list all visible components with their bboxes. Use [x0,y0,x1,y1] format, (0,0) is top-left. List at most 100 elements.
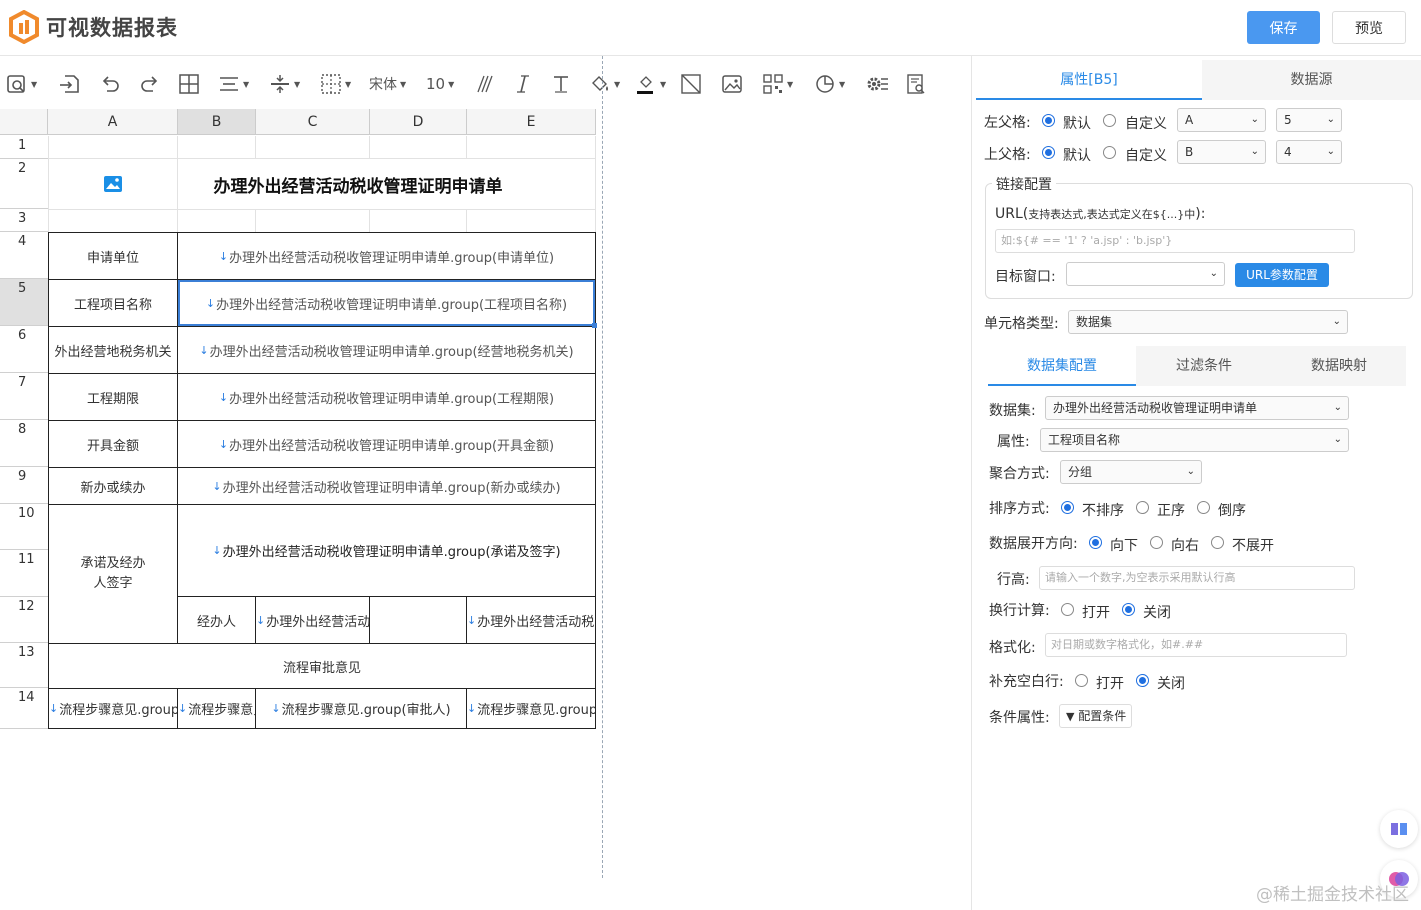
bold-button[interactable] [474,72,496,96]
save-button[interactable]: 保存 [1247,11,1320,44]
font-color-button[interactable]: ▼ [635,72,666,96]
tab-filter-conditions[interactable]: 过滤条件 [1138,346,1270,386]
sort-asc-radio[interactable] [1136,501,1149,514]
cell-a2-image[interactable] [48,159,178,209]
dataset-select[interactable]: 办理外出经营活动税收管理证明申请单 ⌄ [1045,396,1349,420]
row-header-9[interactable]: 9 [0,467,48,504]
sort-desc-radio[interactable] [1197,501,1210,514]
font-family-select[interactable]: 宋体 ▼ [369,72,406,96]
expr-cell-c14[interactable]: ↓ 流程步骤意见.group(审批人) [256,689,466,728]
expr-cell-b14[interactable]: ↓流程步骤意见 [178,689,255,728]
cell-type-select[interactable]: 数据集 ⌄ [1068,310,1348,334]
tab-data-mapping[interactable]: 数据映射 [1272,346,1406,386]
left-parent-column-select[interactable]: A ⌄ [1177,108,1266,132]
spreadsheet-grid[interactable]: A B C D E 1 2 3 4 5 6 7 8 9 10 11 12 13 … [0,109,597,729]
wrap-off-radio[interactable] [1122,603,1135,616]
row-header-3[interactable]: 3 [0,209,48,232]
undo-button[interactable] [99,72,121,96]
top-parent-custom-radio[interactable] [1103,146,1116,159]
docs-float-button[interactable] [1380,810,1418,848]
preview-button[interactable]: 预览 [1332,11,1406,44]
top-parent-row-select[interactable]: 4 ⌄ [1276,140,1342,164]
row-header-1[interactable]: 1 [0,136,48,159]
text-style-button[interactable] [550,72,572,96]
row-header-8[interactable]: 8 [0,420,48,467]
insert-qrcode-button[interactable]: ▼ [762,72,793,96]
row-header-7[interactable]: 7 [0,373,48,420]
row-header-2[interactable]: 2 [0,159,48,209]
expr-cell-b9[interactable]: ↓ 办理外出经营活动税收管理证明申请单.group(新办或续办) [178,468,595,504]
configure-condition-button[interactable]: ▼ 配置条件 [1059,704,1132,728]
label-project-period[interactable]: 工程期限 [49,374,177,420]
left-parent-default-radio[interactable] [1042,114,1055,127]
label-tax-authority[interactable]: 外出经营地税务机关 [49,327,177,373]
expr-cell-b7[interactable]: ↓ 办理外出经营活动税收管理证明申请单.group(工程期限) [178,374,595,420]
column-header-e[interactable]: E [467,109,596,135]
column-header-b[interactable]: B [178,109,256,135]
row-height-input[interactable]: 请输入一个数字,为空表示采用默认行高 [1039,566,1355,590]
expand-none-radio[interactable] [1211,536,1224,549]
label-commitment-signature[interactable]: 承诺及经办人签字 [79,505,147,643]
preview-mode-button[interactable]: ▼ [6,72,37,96]
label-approval-opinion[interactable]: 流程审批意见 [49,644,595,688]
font-size-select[interactable]: 10 ▼ [426,72,454,96]
expr-cell-e12[interactable]: ↓ 办理外出经营活动税收 [467,597,595,643]
corner-cell[interactable] [0,109,48,135]
left-parent-custom-radio[interactable] [1103,114,1116,127]
align-horizontal-button[interactable]: ▼ [218,72,249,96]
column-header-c[interactable]: C [256,109,370,135]
tab-dataset-config[interactable]: 数据集配置 [988,346,1136,386]
row-header-12[interactable]: 12 [0,597,48,643]
label-project-name[interactable]: 工程项目名称 [49,280,177,326]
border-button[interactable]: ▼ [320,72,351,96]
insert-image-button[interactable] [721,72,743,96]
attribute-select[interactable]: 工程项目名称 ⌄ [1040,428,1349,452]
merge-cells-button[interactable] [178,72,200,96]
row-header-10[interactable]: 10 [0,504,48,550]
expand-down-radio[interactable] [1089,536,1102,549]
fill-color-button[interactable]: ▼ [589,72,620,96]
expr-cell-a14[interactable]: ↓流程步骤意见.group(流 [49,689,177,728]
expr-cell-e14[interactable]: ↓流程步骤意见.group(处 [467,689,595,728]
expr-cell-b5-selected[interactable]: ↓ 办理外出经营活动税收管理证明申请单.group(工程项目名称) [178,280,595,326]
report-title[interactable]: 办理外出经营活动税收管理证明申请单 [178,159,538,209]
tab-datasource[interactable]: 数据源 [1202,60,1421,100]
top-parent-column-select[interactable]: B ⌄ [1177,140,1266,164]
left-parent-row-select[interactable]: 5 ⌄ [1276,108,1342,132]
expand-right-radio[interactable] [1150,536,1163,549]
expr-cell-c12[interactable]: ↓办理外出经营活动税 [256,597,369,643]
column-header-d[interactable]: D [370,109,467,135]
settings-button[interactable] [865,72,889,96]
aggregate-select[interactable]: 分组 ⌄ [1060,460,1202,484]
row-header-5[interactable]: 5 [0,279,48,326]
expr-cell-b10[interactable]: ↓ 办理外出经营活动税收管理证明申请单.group(承诺及签字) [178,505,595,596]
italic-button[interactable] [512,72,534,96]
tab-properties[interactable]: 属性[B5] [976,60,1202,100]
diagonal-line-button[interactable] [680,72,702,96]
expr-cell-b4[interactable]: ↓ 办理外出经营活动税收管理证明申请单.group(申请单位) [178,233,595,279]
align-vertical-button[interactable]: ▼ [269,72,300,96]
label-amount[interactable]: 开具金额 [49,421,177,467]
column-header-a[interactable]: A [48,109,178,135]
row-header-11[interactable]: 11 [0,550,48,597]
sort-none-radio[interactable] [1061,501,1074,514]
row-header-6[interactable]: 6 [0,326,48,373]
row-header-14[interactable]: 14 [0,688,48,729]
row-header-4[interactable]: 4 [0,232,48,279]
fill-blank-on-radio[interactable] [1075,674,1088,687]
url-input[interactable]: 如:${# == '1' ? 'a.jsp' : 'b.jsp'} [995,229,1355,253]
expr-cell-b6[interactable]: ↓ 办理外出经营活动税收管理证明申请单.group(经营地税务机关) [178,327,595,373]
fill-blank-off-radio[interactable] [1136,674,1149,687]
row-header-13[interactable]: 13 [0,643,48,688]
label-apply-unit[interactable]: 申请单位 [49,233,177,279]
url-params-button[interactable]: URL参数配置 [1235,263,1329,287]
print-preview-button[interactable] [905,72,927,96]
top-parent-default-radio[interactable] [1042,146,1055,159]
format-input[interactable]: 对日期或数字格式化，如#.## [1045,633,1347,657]
import-button[interactable] [58,72,80,96]
insert-chart-button[interactable]: ▼ [814,72,845,96]
label-handler[interactable]: 经办人 [178,597,255,643]
wrap-on-radio[interactable] [1061,603,1074,616]
expr-cell-b8[interactable]: ↓ 办理外出经营活动税收管理证明申请单.group(开具金额) [178,421,595,467]
target-window-select[interactable]: ⌄ [1066,262,1225,286]
